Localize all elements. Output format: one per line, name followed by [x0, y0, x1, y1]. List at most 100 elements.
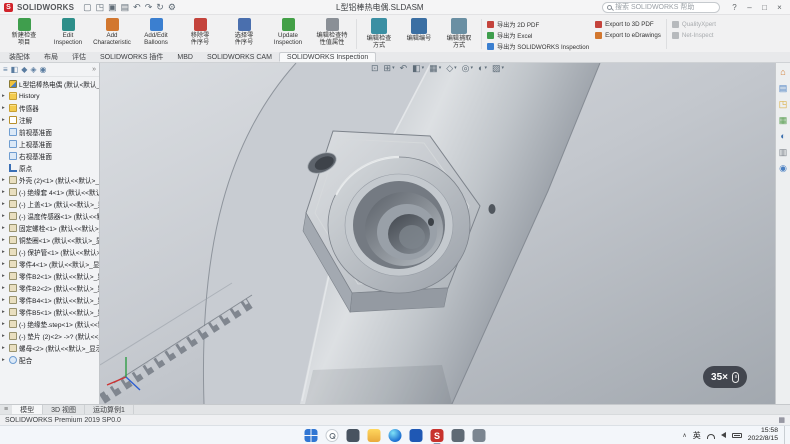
- tree-item[interactable]: ▸ 上视基准面: [1, 138, 99, 150]
- tree-item[interactable]: ▸ 注解: [1, 114, 99, 126]
- command-tab[interactable]: 评估: [65, 52, 93, 62]
- command-tab[interactable]: SOLIDWORKS Inspection: [279, 52, 376, 62]
- document-tab[interactable]: 运动算例1: [85, 405, 134, 414]
- appearances-scenes-icon[interactable]: ◐: [780, 132, 785, 141]
- ribbon-button[interactable]: 移除零 件序号: [178, 16, 222, 52]
- expand-arrow-icon[interactable]: ▸: [2, 261, 7, 267]
- print-icon[interactable]: ▤: [121, 3, 130, 12]
- edge-icon[interactable]: [389, 429, 402, 442]
- expand-arrow-icon[interactable]: ▸: [2, 237, 7, 243]
- document-tab[interactable]: 模型: [12, 405, 43, 414]
- expand-arrow-icon[interactable]: ▸: [2, 213, 7, 219]
- help-icon[interactable]: ?: [728, 1, 741, 14]
- snip-icon[interactable]: [452, 429, 465, 442]
- export-option[interactable]: Export to 3D PDF: [595, 20, 661, 29]
- tree-item[interactable]: ▸ 螺母<2> (默认<<默认>_显示状: [1, 342, 99, 354]
- forum-icon[interactable]: ◉: [779, 164, 787, 173]
- tree-item[interactable]: ▸ 原点: [1, 162, 99, 174]
- tree-item[interactable]: ▸ 零件4<1> (默认<<默认>_显示状: [1, 258, 99, 270]
- expand-arrow-icon[interactable]: ▸: [2, 297, 7, 303]
- tree-item[interactable]: ▸ 零件B5<1> (默认<<默认>_显示: [1, 306, 99, 318]
- expand-arrow-icon[interactable]: ▸: [2, 189, 7, 195]
- export-option[interactable]: 导出为 SOLIDWORKS Inspection: [487, 42, 589, 51]
- maximize-icon[interactable]: □: [758, 1, 771, 14]
- file-explorer-icon[interactable]: [368, 429, 381, 442]
- undo-icon[interactable]: ↶: [133, 3, 141, 12]
- expand-arrow-icon[interactable]: ▸: [2, 309, 7, 315]
- tree-item[interactable]: ▸ History: [1, 90, 99, 102]
- ribbon-button[interactable]: 编辑检查 方式: [359, 16, 399, 52]
- tree-item[interactable]: ▸ 固定螺栓<1> (默认<<默认>_显示: [1, 222, 99, 234]
- ribbon-button[interactable]: 新建检查 项目: [2, 16, 46, 52]
- expand-arrow-icon[interactable]: ▸: [2, 201, 7, 207]
- panel-overflow-icon[interactable]: »: [92, 66, 96, 73]
- task-view-icon[interactable]: [347, 429, 360, 442]
- expand-arrow-icon[interactable]: ▸: [2, 321, 7, 327]
- display-grid-icon[interactable]: ▦: [778, 416, 785, 424]
- dimxpert-manager-icon[interactable]: ◈: [30, 65, 36, 74]
- export-option[interactable]: Export to eDrawings: [595, 31, 661, 40]
- export-option[interactable]: 导出为 Excel: [487, 31, 589, 40]
- ribbon-button[interactable]: 选择零 件序号: [222, 16, 266, 52]
- tree-item[interactable]: ▸ 零件B2<2> (默认<<默认>_显示: [1, 282, 99, 294]
- hide-show-items-icon[interactable]: ◎▾: [462, 64, 473, 73]
- ribbon-button[interactable]: 编辑检查特 性值属性: [310, 16, 354, 52]
- tree-item[interactable]: ▸ 前视基准面: [1, 126, 99, 138]
- clock[interactable]: 15:58 2022/8/15: [748, 427, 778, 443]
- tree-item[interactable]: ▸ 外壳 (2)<1> (默认<<默认>_显示状: [1, 174, 99, 186]
- command-tab[interactable]: 装配体: [2, 52, 37, 62]
- search-icon[interactable]: [326, 429, 339, 442]
- new-file-icon[interactable]: ▢: [83, 3, 92, 12]
- tree-item[interactable]: ▸ (-) 垫片 (2)<2> ->? (默认<<默认: [1, 330, 99, 342]
- feature-manager-icon[interactable]: ≡: [3, 65, 8, 74]
- tree-item[interactable]: ▸ 铜垫圈<1> (默认<<默认>_显示状: [1, 234, 99, 246]
- edit-appearance-icon[interactable]: ◐▾: [478, 64, 487, 73]
- tree-item[interactable]: ▸ 零件B2<1> (默认<<默认>_显示: [1, 270, 99, 282]
- command-tab[interactable]: SOLIDWORKS 插件: [93, 52, 170, 62]
- expand-arrow-icon[interactable]: ▸: [2, 177, 7, 183]
- ribbon-button[interactable]: Add/Edit Balloons: [134, 16, 178, 52]
- ime-indicator[interactable]: 英: [693, 430, 701, 441]
- expand-arrow-icon[interactable]: ▸: [2, 93, 7, 99]
- expand-arrow-icon[interactable]: ▸: [2, 333, 7, 339]
- tab-list-icon[interactable]: ≡: [0, 405, 12, 414]
- tree-item[interactable]: ▸ (-) 绝缘套 4<1> (默认<<默认>_显: [1, 186, 99, 198]
- expand-arrow-icon[interactable]: ▸: [2, 249, 7, 255]
- expand-arrow-icon[interactable]: ▸: [2, 105, 7, 111]
- export-option[interactable]: 导出为 2D PDF: [487, 20, 589, 29]
- minimize-icon[interactable]: –: [743, 1, 756, 14]
- search-input[interactable]: 搜索 SOLIDWORKS 帮助: [602, 2, 720, 13]
- tree-item[interactable]: ▸ (-) 保护管<1> (默认<<默认>_显示: [1, 246, 99, 258]
- previous-view-icon[interactable]: ↶▾: [400, 64, 408, 73]
- redo-icon[interactable]: ↷: [145, 3, 153, 12]
- network-icon[interactable]: [707, 434, 715, 439]
- expand-arrow-icon[interactable]: ▸: [2, 357, 7, 363]
- settings-icon[interactable]: [473, 429, 486, 442]
- custom-properties-icon[interactable]: ▥: [779, 148, 788, 157]
- expand-arrow-icon[interactable]: ▸: [2, 117, 7, 123]
- start-icon[interactable]: [305, 429, 318, 442]
- display-style-icon[interactable]: ◇▾: [446, 64, 456, 73]
- configuration-manager-icon[interactable]: ◆: [21, 65, 27, 74]
- file-explorer-pane-icon[interactable]: ◳: [779, 100, 788, 109]
- model-canvas[interactable]: [100, 63, 775, 404]
- zoom-area-icon[interactable]: ⊞▾: [384, 64, 395, 73]
- command-tab[interactable]: 布局: [37, 52, 65, 62]
- document-tab[interactable]: 3D 视图: [43, 405, 85, 414]
- tree-item[interactable]: ▸ L型铝棒热电偶 (默认<默认_显示状态-1: [1, 78, 99, 90]
- options-icon[interactable]: ⚙: [168, 3, 176, 12]
- solidworks-resources-icon[interactable]: ⌂: [780, 68, 785, 77]
- ribbon-button[interactable]: Edit Inspection: [46, 16, 90, 52]
- expand-arrow-icon[interactable]: ▸: [2, 225, 7, 231]
- display-manager-icon[interactable]: ◉: [40, 65, 47, 74]
- command-tab[interactable]: SOLIDWORKS CAM: [200, 52, 279, 62]
- tray-overflow-icon[interactable]: ∧: [682, 432, 686, 439]
- tree-item[interactable]: ▸ (-) 温度传感器<1> (默认<<默认>: [1, 210, 99, 222]
- graphics-viewport[interactable]: ⊡▾⊞▾↶▾◧▾▦▾◇▾◎▾◐▾▨▾ 35×: [100, 63, 775, 404]
- tree-item[interactable]: ▸ 右视基准面: [1, 150, 99, 162]
- volume-icon[interactable]: [721, 432, 726, 438]
- tree-item[interactable]: ▸ (-) 绝缘垫.step<1> (默认<<默认: [1, 318, 99, 330]
- word-icon[interactable]: [410, 429, 423, 442]
- expand-arrow-icon[interactable]: ▸: [2, 345, 7, 351]
- tree-item[interactable]: ▸ (-) 上盖<1> (默认<<默认>_显示状: [1, 198, 99, 210]
